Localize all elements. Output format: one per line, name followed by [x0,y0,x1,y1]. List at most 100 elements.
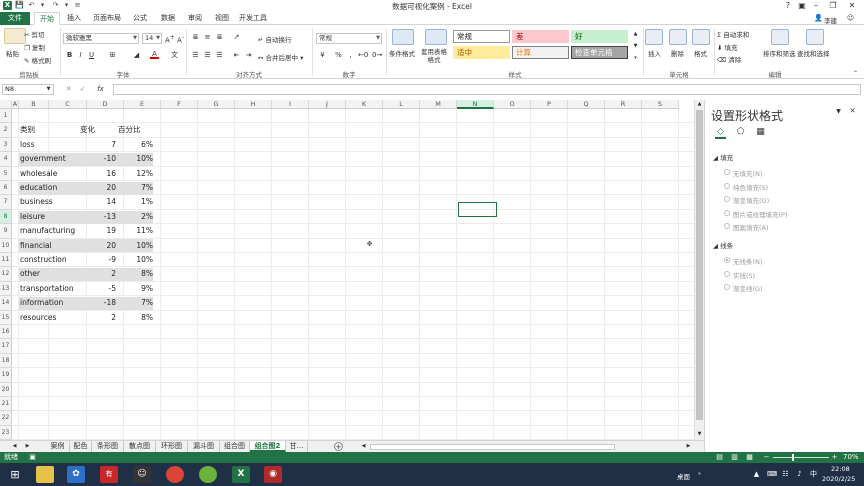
table-cell-change[interactable]: -9 [80,253,116,267]
line-option-label[interactable]: 渐变线(G) [733,283,763,293]
row-header[interactable]: 2 [0,123,12,138]
gallery-more-icon[interactable]: ▾ [631,54,640,63]
fill-color-icon[interactable]: ◢ [132,51,141,60]
table-cell-category[interactable]: business [20,195,53,209]
table-cell-change[interactable]: 14 [80,195,116,209]
table-cell-category[interactable]: other [20,267,40,281]
table-cell-percent[interactable]: 2% [118,210,153,224]
row-header[interactable]: 13 [0,281,12,297]
network-app-icon[interactable]: ✿ [67,466,85,483]
language-icon[interactable]: 中 [809,470,818,479]
insert-cells-icon[interactable] [645,29,663,45]
insert-cells-button[interactable]: 插入 [648,48,661,58]
table-cell-category[interactable]: wholesale [20,167,57,181]
youdao-app-icon[interactable]: 有 [100,466,118,483]
green-app-icon[interactable] [199,466,217,483]
align-middle-icon[interactable]: ≡ [203,33,212,42]
chrome-browser-icon[interactable] [166,466,184,483]
input-method-icon[interactable]: ⌨ [767,470,777,479]
column-header[interactable]: A [12,100,19,109]
column-header[interactable]: R [605,100,642,109]
column-header[interactable]: M [420,100,457,109]
row-header[interactable]: 14 [0,296,12,311]
table-cell-category[interactable]: financial [20,239,52,253]
table-cell-change[interactable]: -10 [80,152,116,166]
hscroll-left-icon[interactable]: ◀ [359,442,368,451]
fill-section-header[interactable]: ◢ 填充 [713,152,733,162]
align-top-icon[interactable]: ≣ [191,33,200,42]
column-header[interactable]: H [235,100,272,109]
file-explorer-icon[interactable] [36,466,54,483]
formula-input[interactable] [113,84,861,95]
user-name[interactable]: 李建 [824,15,837,25]
effects-tab-icon[interactable]: ⬠ [736,128,745,137]
sheet-tab[interactable]: 配色 [70,441,92,452]
page-break-view-icon[interactable]: ▦ [745,453,754,462]
selected-cell[interactable] [458,202,497,217]
size-properties-tab-icon[interactable]: ▦ [756,128,765,137]
cell-style-5[interactable]: 计算 [512,46,569,59]
conditional-format-button[interactable]: 条件格式 [389,48,415,58]
table-cell-change[interactable]: 20 [80,181,116,195]
column-header[interactable]: N [457,100,494,109]
horizontal-scrollbar[interactable] [370,444,615,450]
currency-icon[interactable]: ¥ [318,51,327,60]
table-cell-percent[interactable]: 10% [118,152,153,166]
scroll-thumb[interactable] [696,110,703,420]
help-button[interactable]: ? [781,0,795,12]
column-header[interactable]: I [272,100,309,109]
column-header[interactable]: G [198,100,235,109]
delete-cells-button[interactable]: 删除 [671,48,684,58]
sort-filter-icon[interactable] [771,29,789,45]
sheet-tab[interactable]: 组合图2 [250,441,286,452]
enter-icon[interactable]: ✓ [78,85,87,94]
delete-cells-icon[interactable] [669,29,687,45]
bold-button[interactable]: B [65,51,74,60]
table-cell-percent[interactable]: 12% [118,167,153,181]
select-all-corner[interactable] [0,100,12,109]
row-header[interactable]: 7 [0,195,12,210]
table-cell-percent[interactable]: 10% [118,253,153,267]
column-header[interactable]: K [346,100,383,109]
table-format-icon[interactable] [425,29,447,45]
row-header[interactable]: 11 [0,253,12,268]
fill-option-label[interactable]: 图案填充(A) [733,222,769,232]
spreadsheet-grid[interactable]: ABCDEFGHIJKLMNOPQRS 1 2 3 4 5 6 7 8 9 10 11 12 13 14 1… [0,100,694,440]
row-header[interactable]: 1 [0,109,12,124]
row-header[interactable]: 12 [0,267,12,282]
number-format-combo[interactable]: 常规 ▼ [316,33,382,44]
table-cell-category[interactable]: manufacturing [20,224,75,238]
table-cell-category[interactable]: construction [20,253,67,267]
column-header[interactable]: B [19,100,49,109]
prev-sheet-icon[interactable]: ◀ [10,442,19,451]
hscroll-right-icon[interactable]: ▶ [684,442,693,451]
smiley-icon[interactable]: ☺ [846,14,855,23]
phonetic-icon[interactable]: 文 [170,51,179,60]
page-layout-view-icon[interactable]: ▥ [730,453,739,462]
cancel-icon[interactable]: ✕ [64,85,73,94]
column-header[interactable]: S [642,100,679,109]
user-avatar-icon[interactable]: 👤 [814,14,823,23]
qq-app-icon[interactable]: ☺ [133,466,151,483]
table-cell-change[interactable]: 7 [80,138,116,152]
line-option-radio[interactable] [724,270,730,277]
row-header[interactable]: 6 [0,181,12,196]
find-select-button[interactable]: 查找和选择 [797,48,830,58]
tab-review[interactable]: 审阅 [183,12,207,25]
comma-button[interactable]: , [346,51,355,60]
tab-page-layout[interactable]: 页面布局 [89,12,125,25]
tab-insert[interactable]: 插入 [62,12,86,25]
sheet-tab[interactable]: 案例 [46,441,70,452]
row-header[interactable]: 18 [0,353,12,369]
table-cell-change[interactable]: 2 [80,311,116,325]
table-format-button[interactable]: 套用表格格式 [418,48,450,64]
table-header-percent[interactable]: 百分比 [118,123,141,137]
autosum-button[interactable]: Σ 自动求和 [717,29,749,39]
macro-record-icon[interactable]: ▣ [28,453,37,462]
find-select-icon[interactable] [806,29,824,45]
cut-button[interactable]: ✂ 剪切 [24,29,45,39]
row-header[interactable]: 21 [0,397,12,412]
table-cell-category[interactable]: transportation [20,282,74,296]
line-option-label[interactable]: 无线条(N) [733,256,762,266]
zoom-slider-thumb[interactable] [791,454,794,461]
